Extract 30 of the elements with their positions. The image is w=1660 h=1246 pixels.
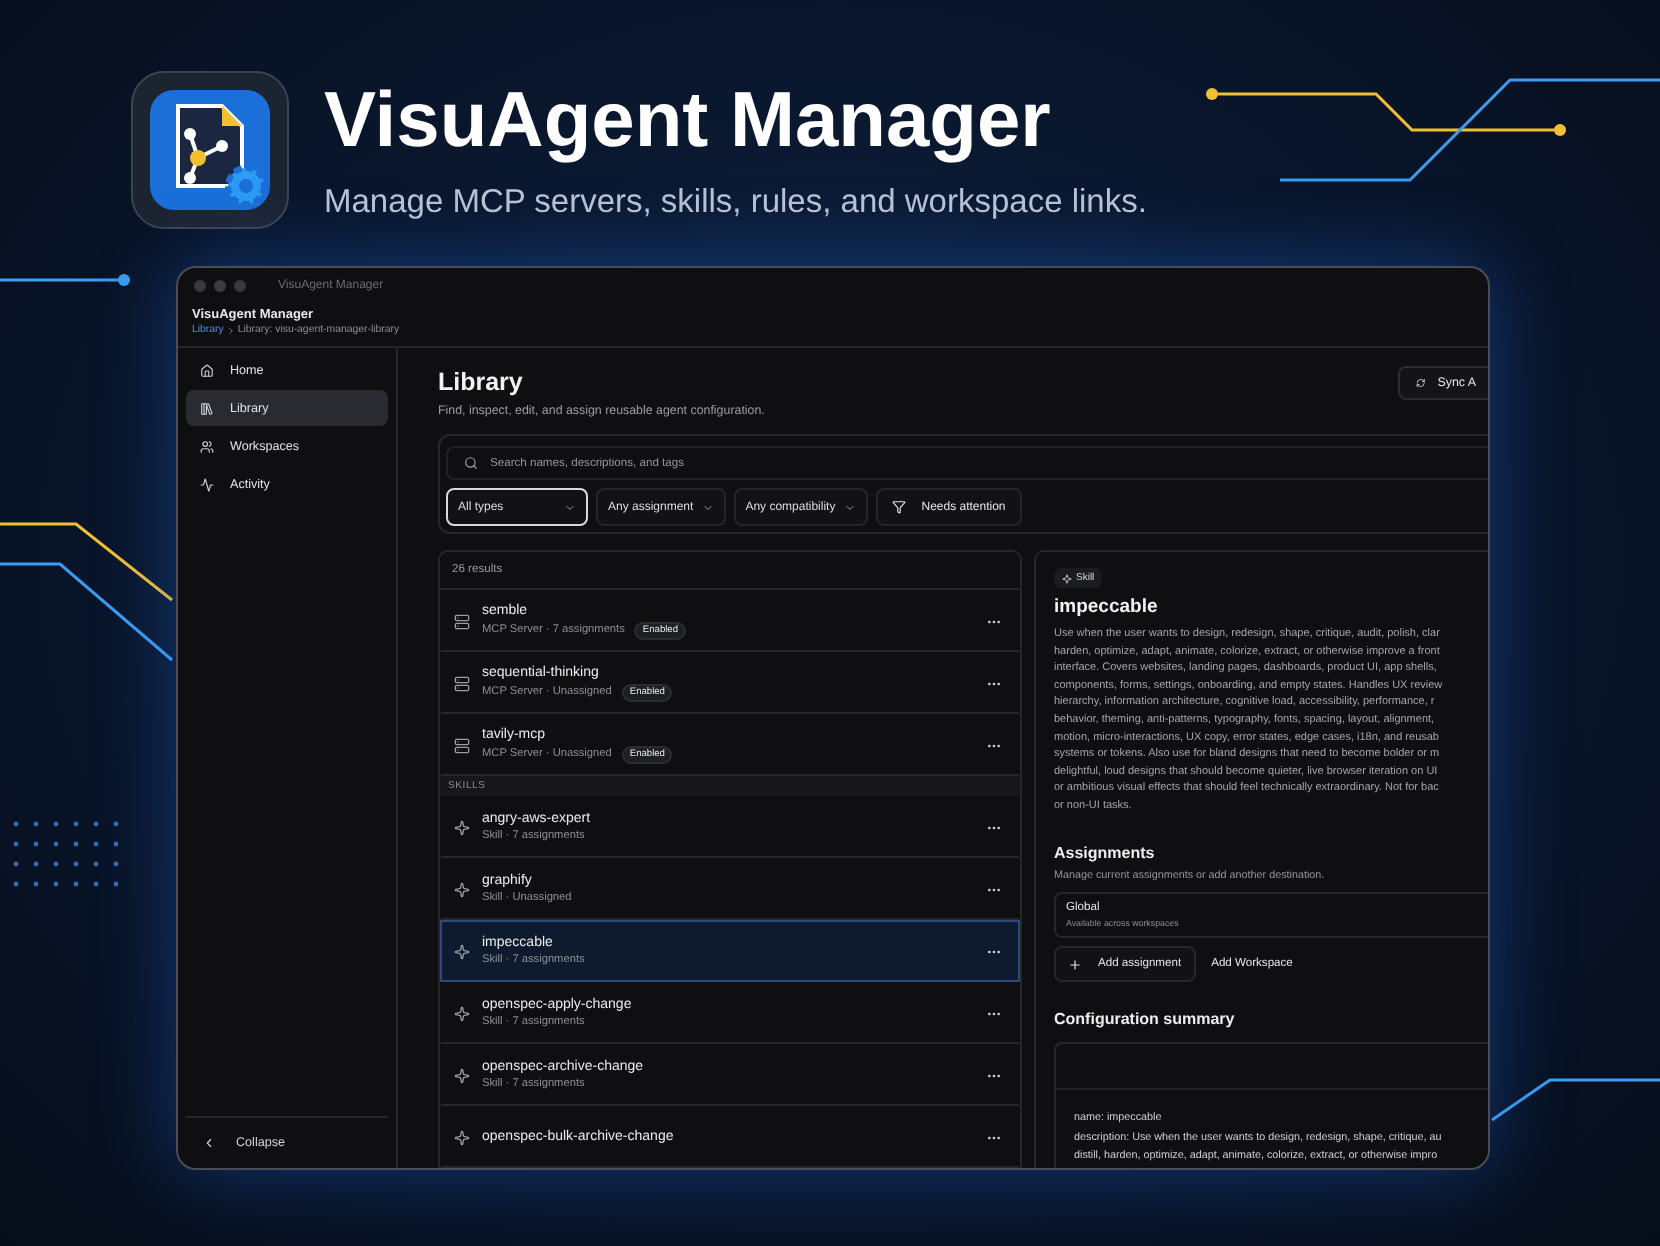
sparkle-icon bbox=[454, 819, 470, 835]
search-icon bbox=[464, 456, 478, 470]
sparkle-icon bbox=[454, 881, 470, 897]
refresh-icon bbox=[1416, 376, 1426, 390]
filter-icon bbox=[891, 500, 906, 514]
page-title: Library bbox=[438, 366, 525, 398]
library-icon bbox=[200, 401, 214, 415]
chevron-icon bbox=[225, 325, 236, 335]
detail-title: impeccable bbox=[1054, 596, 1160, 620]
home-icon bbox=[200, 363, 214, 377]
dot-grid-drawing bbox=[13, 821, 119, 887]
hero-subtitle: Manage MCP servers, skills, rules, and workspace links. bbox=[324, 184, 1147, 222]
chevron-down-icon bbox=[843, 501, 856, 513]
chevron-down-icon bbox=[701, 501, 714, 513]
sparkle-icon bbox=[454, 1005, 470, 1021]
activity-icon bbox=[200, 477, 214, 491]
sparkle-icon bbox=[454, 1129, 470, 1145]
server-icon bbox=[454, 675, 470, 691]
app-logo-icon bbox=[130, 70, 290, 230]
chevron-left-icon bbox=[202, 1136, 216, 1150]
sparkle-icon bbox=[454, 943, 470, 959]
plus-icon bbox=[1068, 957, 1082, 972]
section-title: Configuration summary bbox=[1054, 1010, 1237, 1031]
section-title: Assignments bbox=[1054, 843, 1157, 864]
users-icon bbox=[200, 439, 214, 453]
sparkle-icon bbox=[454, 1067, 470, 1083]
hero-title: VisuAgent Manager bbox=[324, 76, 1053, 168]
server-icon bbox=[454, 737, 470, 753]
server-icon bbox=[454, 613, 470, 629]
chevron-down-icon bbox=[564, 501, 576, 513]
